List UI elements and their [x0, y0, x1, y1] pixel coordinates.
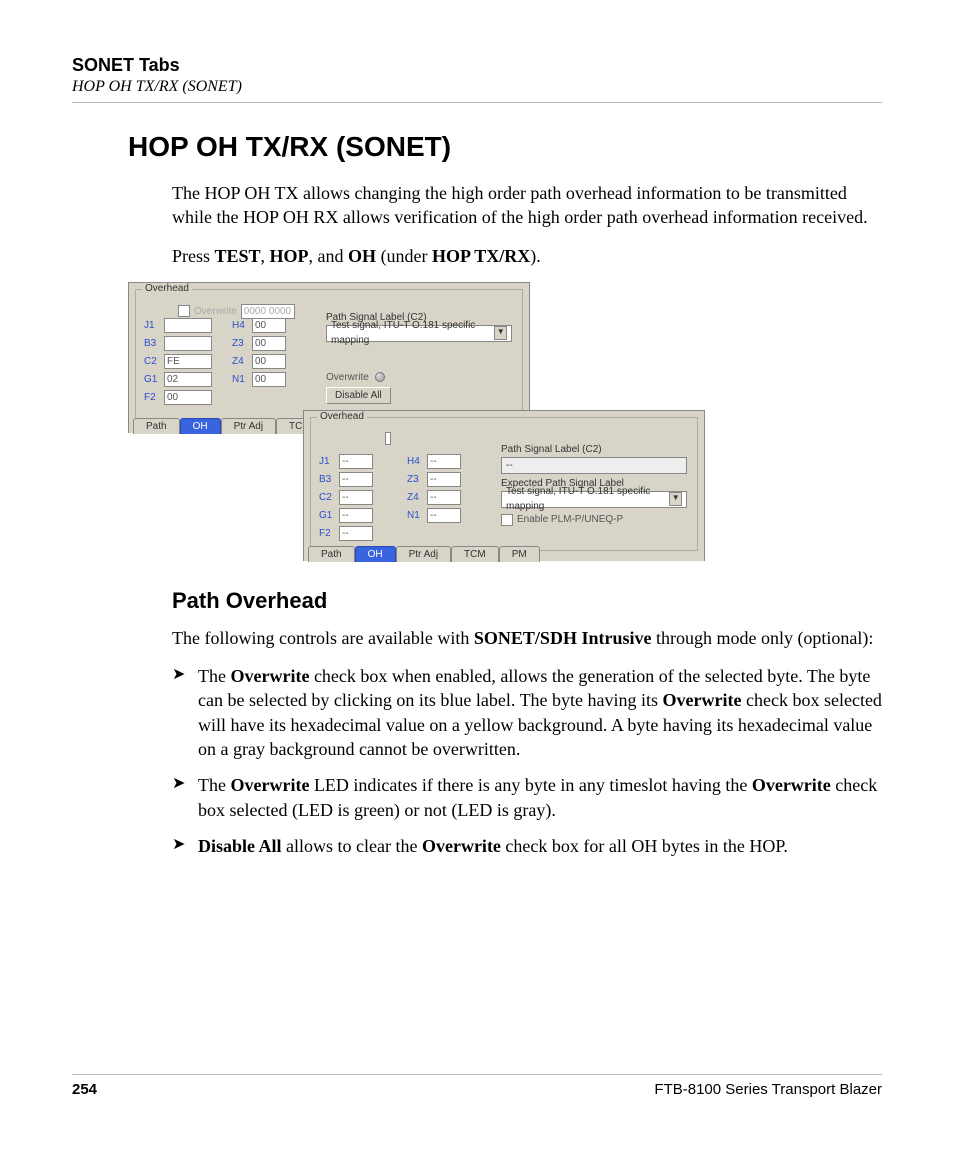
tab-path[interactable]: Path — [133, 418, 180, 434]
screenshot-area: Overhead Overwrite 0000 0000 J1B3C2FEG10… — [128, 282, 882, 562]
byte-value-b3[interactable] — [164, 336, 212, 351]
byte-label-z3[interactable]: Z3 — [232, 338, 248, 349]
psl-value-rx: -- — [506, 458, 513, 473]
header-rule — [72, 102, 882, 103]
bullet-overwrite-led: The Overwrite LED indicates if there is … — [172, 773, 882, 822]
bullet-disable-all: Disable All allows to clear the Overwrit… — [172, 834, 882, 858]
bullet-overwrite-checkbox: The Overwrite check box when enabled, al… — [172, 664, 882, 761]
sonet-sdh-intrusive: SONET/SDH Intrusive — [474, 628, 652, 648]
byte-value-c2[interactable]: -- — [339, 490, 373, 505]
byte-label-g1[interactable]: G1 — [144, 374, 160, 385]
intrusive-paragraph: The following controls are available wit… — [172, 626, 882, 650]
chevron-down-icon[interactable]: ▼ — [494, 326, 507, 340]
byte-value-n1[interactable]: -- — [427, 508, 461, 523]
expected-psl-value: Test signal, ITU-T O.181 specific mappin… — [506, 484, 669, 514]
byte-value-z4[interactable]: 00 — [252, 354, 286, 369]
expected-psl-dropdown[interactable]: Test signal, ITU-T O.181 specific mappin… — [501, 491, 687, 508]
overwrite-checkbox[interactable] — [178, 305, 190, 317]
byte-value-z3[interactable]: 00 — [252, 336, 286, 351]
byte-value-h4[interactable]: 00 — [252, 318, 286, 333]
running-head-section: HOP OH TX/RX (SONET) — [72, 78, 882, 96]
byte-label-h4[interactable]: H4 — [407, 456, 423, 467]
rx-tabbar: PathOHPtr AdjTCMPM — [308, 545, 540, 561]
psl-dropdown-tx[interactable]: Test signal, ITU-T O.181 specific mappin… — [326, 325, 512, 342]
press-test: TEST — [215, 246, 261, 266]
psl-label-rx: Path Signal Label (C2) — [501, 444, 687, 455]
byte-label-z4[interactable]: Z4 — [232, 356, 248, 367]
byte-label-z3[interactable]: Z3 — [407, 474, 423, 485]
press-hoptxrx: HOP TX/RX — [432, 246, 530, 266]
overwrite-led — [375, 372, 385, 382]
byte-label-j1[interactable]: J1 — [319, 456, 335, 467]
psl-display-rx: -- — [501, 457, 687, 474]
page-title: HOP OH TX/RX (SONET) — [128, 131, 882, 163]
tx-tabbar: PathOHPtr AdjTCM — [133, 417, 324, 433]
byte-label-n1[interactable]: N1 — [232, 374, 248, 385]
intro-paragraph: The HOP OH TX allows changing the high o… — [172, 181, 882, 230]
disable-all-button[interactable]: Disable All — [326, 387, 391, 404]
tab-ptr-adj[interactable]: Ptr Adj — [396, 546, 451, 562]
tab-ptr-adj[interactable]: Ptr Adj — [221, 418, 276, 434]
press-prefix: Press — [172, 246, 215, 266]
byte-value-j1[interactable]: -- — [339, 454, 373, 469]
byte-label-n1[interactable]: N1 — [407, 510, 423, 521]
enable-plm-label: Enable PLM-P/UNEQ-P — [517, 514, 623, 525]
overhead-legend-rx: Overhead — [317, 411, 367, 422]
byte-value-f2[interactable]: -- — [339, 526, 373, 541]
hop-oh-rx-panel: Overhead J1 -- B3 -- C2 -- G1 -- F2 -- H4 -- Z3 -- Z4… — [303, 410, 705, 561]
chevron-down-icon[interactable]: ▼ — [669, 492, 682, 506]
overhead-legend-tx: Overhead — [142, 283, 192, 294]
byte-label-h4[interactable]: H4 — [232, 320, 248, 331]
byte-value-n1[interactable]: 00 — [252, 372, 286, 387]
overwrite-label-tx: Overwrite — [194, 306, 237, 317]
overwrite-default-value: 0000 0000 — [241, 304, 295, 319]
byte-label-c2[interactable]: C2 — [144, 356, 160, 367]
tab-oh[interactable]: OH — [355, 546, 396, 562]
psl-value-tx: Test signal, ITU-T O.181 specific mappin… — [331, 318, 494, 348]
byte-label-b3[interactable]: B3 — [144, 338, 160, 349]
press-line: Press TEST, HOP, and OH (under HOP TX/RX… — [172, 244, 882, 268]
byte-label-j1[interactable]: J1 — [144, 320, 160, 331]
byte-value-c2[interactable]: FE — [164, 354, 212, 369]
press-oh: OH — [348, 246, 376, 266]
product-name: FTB-8100 Series Transport Blazer — [654, 1081, 882, 1098]
byte-label-z4[interactable]: Z4 — [407, 492, 423, 503]
byte-label-g1[interactable]: G1 — [319, 510, 335, 521]
byte-label-b3[interactable]: B3 — [319, 474, 335, 485]
rx-top-field — [385, 432, 391, 445]
byte-value-h4[interactable]: -- — [427, 454, 461, 469]
byte-value-j1[interactable] — [164, 318, 212, 333]
byte-value-g1[interactable]: 02 — [164, 372, 212, 387]
byte-label-f2[interactable]: F2 — [144, 392, 160, 403]
byte-value-f2[interactable]: 00 — [164, 390, 212, 405]
overwrite-led-label: Overwrite — [326, 372, 369, 383]
tab-oh[interactable]: OH — [180, 418, 221, 434]
subsection-title: Path Overhead — [172, 588, 882, 614]
running-head-chapter: SONET Tabs — [72, 55, 882, 76]
byte-label-f2[interactable]: F2 — [319, 528, 335, 539]
tab-pm[interactable]: PM — [499, 546, 540, 562]
byte-value-z4[interactable]: -- — [427, 490, 461, 505]
tab-tcm[interactable]: TCM — [451, 546, 499, 562]
bullet-list: The Overwrite check box when enabled, al… — [172, 664, 882, 858]
press-hop: HOP — [270, 246, 309, 266]
byte-value-z3[interactable]: -- — [427, 472, 461, 487]
page-number: 254 — [72, 1081, 97, 1098]
byte-value-b3[interactable]: -- — [339, 472, 373, 487]
page-footer: 254 FTB-8100 Series Transport Blazer — [72, 1074, 882, 1099]
tab-path[interactable]: Path — [308, 546, 355, 562]
enable-plm-checkbox[interactable] — [501, 514, 513, 526]
byte-label-c2[interactable]: C2 — [319, 492, 335, 503]
byte-value-g1[interactable]: -- — [339, 508, 373, 523]
